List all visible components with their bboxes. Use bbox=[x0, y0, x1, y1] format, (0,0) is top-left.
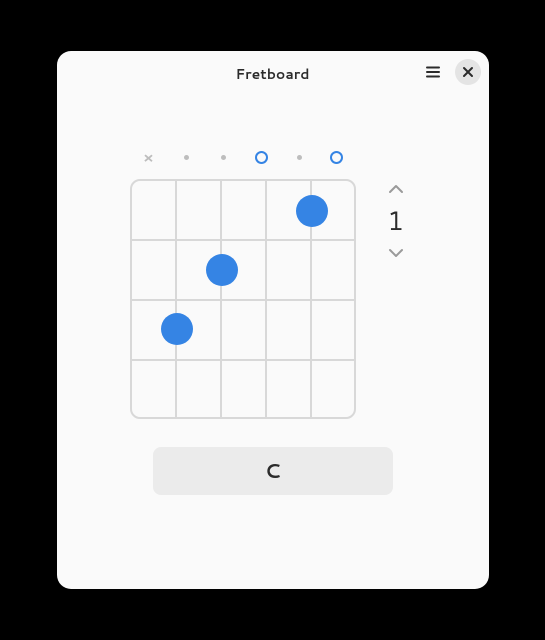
open-string-icon bbox=[330, 151, 343, 164]
fret-line bbox=[132, 359, 354, 361]
finger-dot[interactable] bbox=[206, 254, 238, 286]
finger-dot[interactable] bbox=[161, 313, 193, 345]
inactive-dot-icon bbox=[221, 155, 226, 160]
string-markers: × bbox=[128, 143, 358, 171]
position-number: 1 bbox=[387, 203, 404, 239]
finger-dot[interactable] bbox=[296, 195, 328, 227]
position-down-button[interactable] bbox=[386, 243, 406, 263]
string-line bbox=[220, 181, 222, 417]
app-window: Fretboard × bbox=[57, 51, 489, 589]
string-marker-4[interactable] bbox=[243, 147, 281, 167]
string-line bbox=[175, 181, 177, 417]
inactive-dot-icon bbox=[297, 155, 302, 160]
chord-name-field[interactable]: C bbox=[153, 447, 393, 495]
close-button[interactable] bbox=[455, 59, 481, 85]
muted-icon: × bbox=[143, 147, 154, 168]
titlebar: Fretboard bbox=[57, 51, 489, 97]
string-marker-1[interactable]: × bbox=[130, 147, 168, 167]
content: × bbox=[57, 97, 489, 589]
string-marker-6[interactable] bbox=[318, 147, 356, 167]
chevron-up-icon bbox=[388, 184, 404, 194]
fret-line bbox=[132, 239, 354, 241]
close-icon bbox=[462, 66, 474, 78]
string-line bbox=[265, 181, 267, 417]
hamburger-icon bbox=[425, 64, 441, 80]
header-actions bbox=[421, 59, 481, 85]
open-string-icon bbox=[255, 151, 268, 164]
menu-button[interactable] bbox=[421, 60, 445, 84]
inactive-dot-icon bbox=[184, 155, 189, 160]
chord-name-label: C bbox=[265, 457, 281, 485]
string-marker-5[interactable] bbox=[280, 147, 318, 167]
string-marker-2[interactable] bbox=[167, 147, 205, 167]
chevron-down-icon bbox=[388, 248, 404, 258]
fretboard-area: × bbox=[128, 143, 418, 419]
position-control: 1 bbox=[374, 179, 418, 263]
fretboard-grid[interactable] bbox=[130, 179, 356, 419]
chord-column: × bbox=[128, 143, 358, 419]
fret-line bbox=[132, 299, 354, 301]
position-up-button[interactable] bbox=[386, 179, 406, 199]
string-marker-3[interactable] bbox=[205, 147, 243, 167]
app-title: Fretboard bbox=[236, 64, 310, 84]
